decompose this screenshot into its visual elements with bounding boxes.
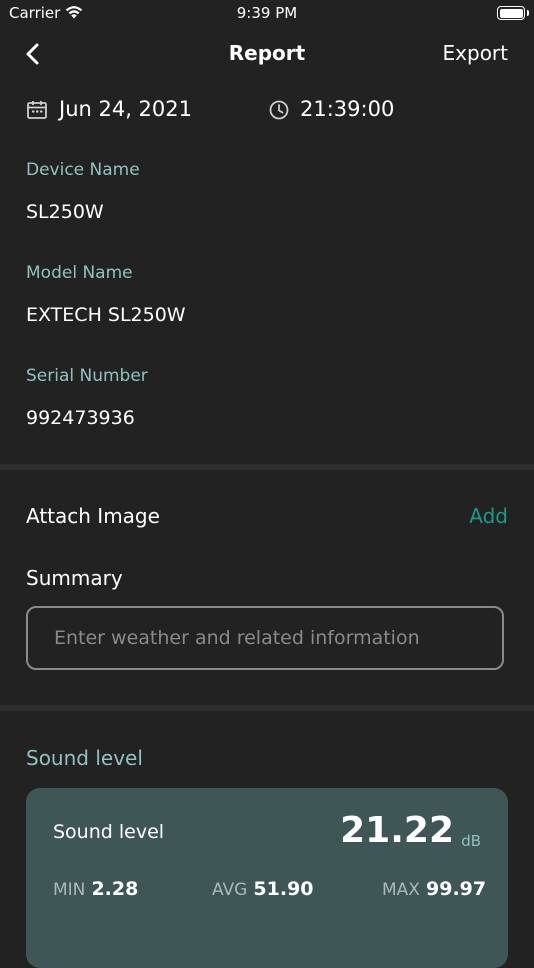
- sound-level-section-label: Sound level: [26, 746, 143, 770]
- sound-level-value: 21.22: [340, 810, 454, 851]
- max-label: MAX: [382, 880, 420, 900]
- report-date[interactable]: Jun 24, 2021: [59, 97, 192, 121]
- sound-level-card-title: Sound level: [53, 821, 165, 843]
- max-stat: MAX 99.97: [382, 878, 486, 900]
- calendar-icon: [26, 99, 48, 125]
- avg-label: AVG: [212, 880, 248, 900]
- model-name-value: EXTECH SL250W: [26, 304, 186, 326]
- attach-image-label: Attach Image: [26, 504, 160, 528]
- sound-level-card: Sound level 21.22 dB MIN 2.28 AVG 51.90 …: [26, 788, 508, 968]
- device-name-label: Device Name: [26, 160, 140, 180]
- summary-label: Summary: [26, 566, 123, 590]
- max-value: 99.97: [426, 878, 487, 900]
- sound-level-unit: dB: [461, 832, 481, 850]
- summary-input[interactable]: [26, 606, 504, 670]
- status-time: 9:39 PM: [236, 4, 298, 22]
- report-time[interactable]: 21:39:00: [300, 97, 394, 121]
- model-name-label: Model Name: [26, 263, 133, 283]
- datetime-row: Jun 24, 2021 21:39:00: [26, 96, 506, 126]
- export-button[interactable]: Export: [443, 41, 508, 65]
- status-bar: Carrier 9:39 PM: [0, 0, 534, 28]
- add-image-button[interactable]: Add: [469, 504, 508, 528]
- avg-stat: AVG 51.90: [212, 878, 314, 900]
- section-divider: [0, 464, 534, 470]
- device-name-value: SL250W: [26, 201, 104, 223]
- battery-icon: [497, 6, 529, 20]
- min-label: MIN: [53, 880, 86, 900]
- min-stat: MIN 2.28: [53, 878, 138, 900]
- section-divider: [0, 705, 534, 711]
- navigation-bar: Report Export: [0, 36, 534, 72]
- min-value: 2.28: [91, 878, 139, 900]
- serial-number-value: 992473936: [26, 407, 135, 429]
- serial-number-label: Serial Number: [26, 366, 148, 386]
- clock-icon: [268, 99, 290, 125]
- avg-value: 51.90: [253, 878, 314, 900]
